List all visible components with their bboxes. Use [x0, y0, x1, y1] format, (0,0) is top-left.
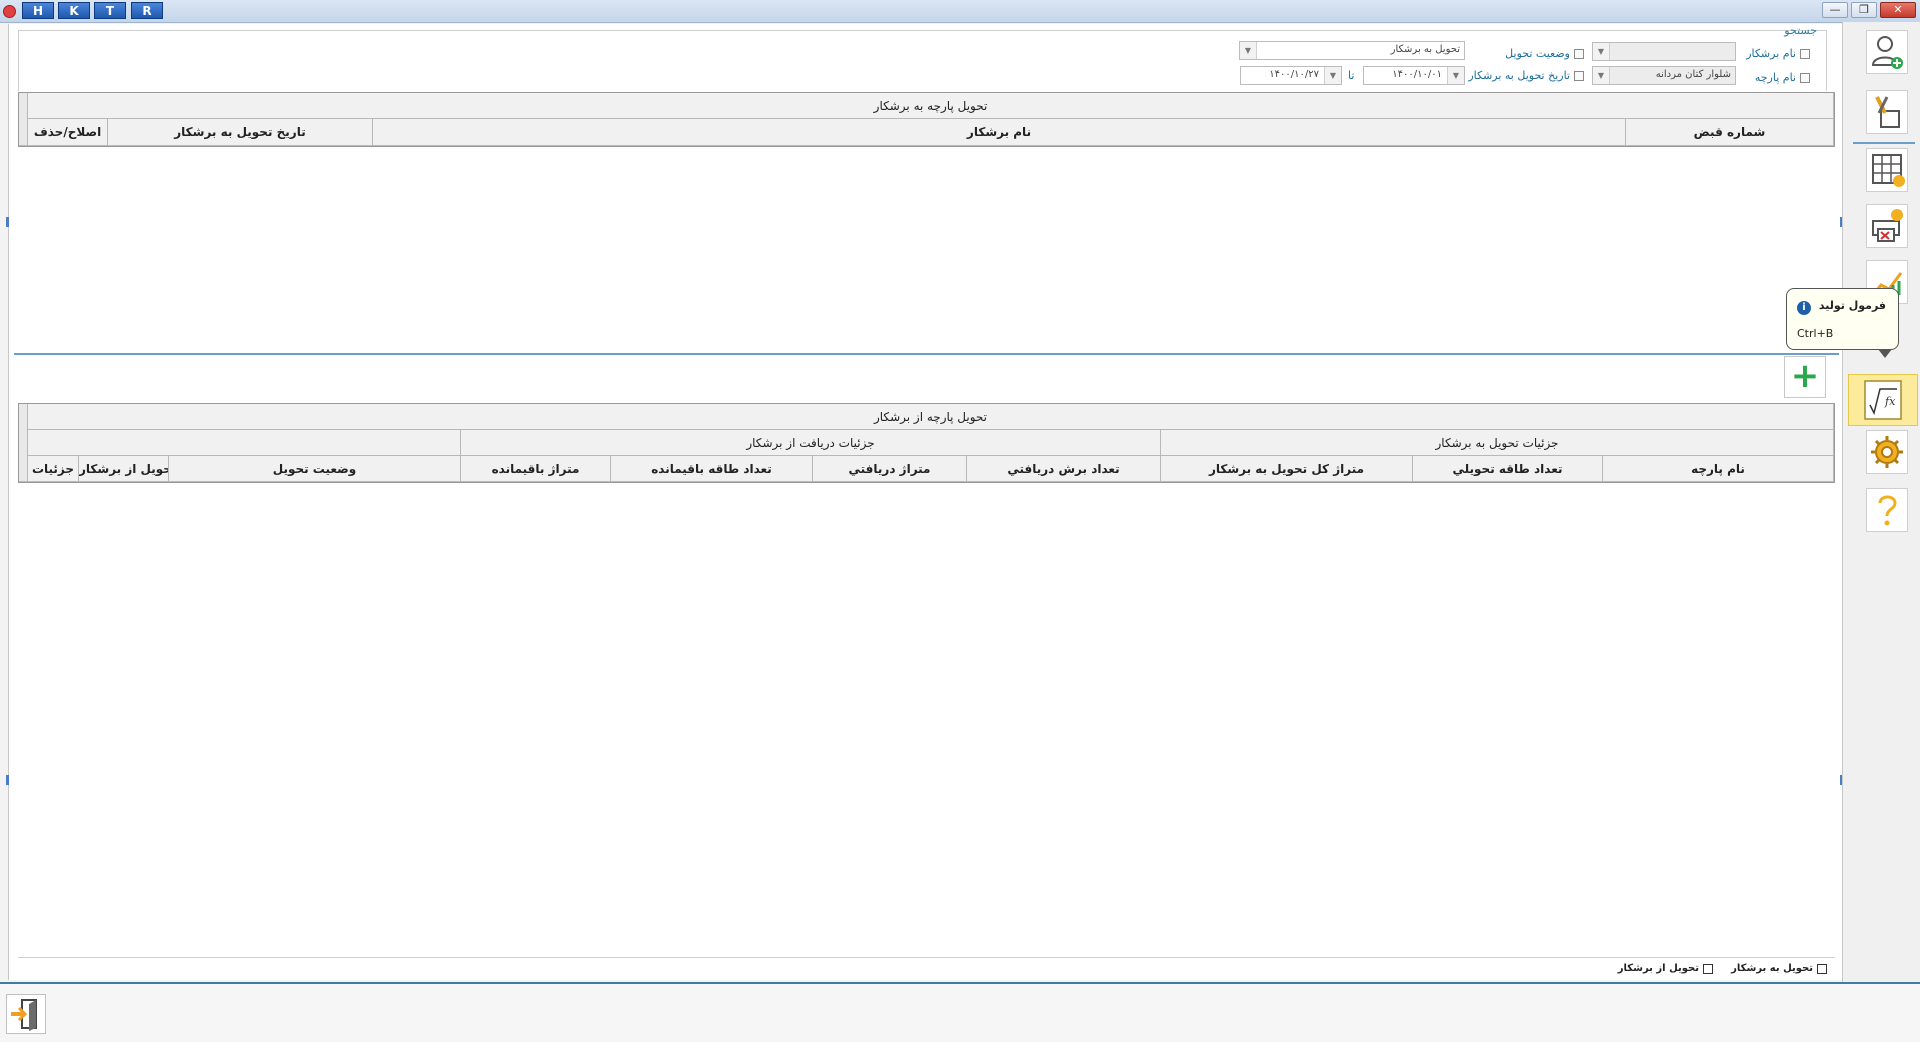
col-worker-name[interactable]: نام برشکار	[373, 119, 1626, 146]
chevron-down-icon: ▼	[1593, 67, 1610, 84]
fabric-tools-button[interactable]	[1866, 90, 1908, 134]
left-splitter-mark[interactable]	[6, 217, 9, 227]
grid-caption: تحويل پارچه به برشکار	[28, 93, 1834, 119]
delivery-type-value: تحويل به برشکار	[1390, 44, 1460, 55]
main-frame	[8, 24, 1843, 980]
legend-to-worker: تحويل به برشکار	[1731, 963, 1827, 974]
delivery-status-checkbox[interactable]	[1574, 48, 1584, 59]
chevron-down-icon: ▼	[1240, 42, 1257, 59]
close-button[interactable]: ✕	[1880, 2, 1916, 18]
date-to-value: ۱۴۰۰/۱۰/۲۷	[1269, 69, 1319, 80]
grid-caption: تحويل پارچه از برشکار	[28, 404, 1834, 430]
col-remaining-meterage[interactable]: متراژ باقيمانده	[461, 456, 611, 482]
left-splitter-mark[interactable]	[6, 775, 9, 785]
delivery-date-checkbox[interactable]	[1574, 70, 1584, 81]
delivery-date-label: تاریخ تحويل به برشکار	[1468, 69, 1570, 82]
col-details[interactable]: جزئیات	[28, 456, 79, 482]
col-delivery-status[interactable]: وضعيت تحويل	[169, 456, 461, 482]
col-received-meterage[interactable]: متراژ دريافتي	[813, 456, 967, 482]
legend-bar: تحويل به برشکار تحويل از برشکار	[18, 957, 1835, 980]
formula-icon: fx	[1864, 380, 1902, 420]
worker-name-filter[interactable]: نام برشکار	[1746, 47, 1810, 60]
help-button[interactable]	[1866, 488, 1908, 532]
group-delivery-to-worker: جزئیات تحويل به برشکار	[1161, 430, 1834, 456]
app-icon	[3, 5, 16, 18]
worker-name-label: نام برشکار	[1746, 47, 1796, 60]
restore-button[interactable]: ❐	[1851, 2, 1877, 18]
section-separator	[14, 353, 1839, 355]
price-table-button[interactable]	[1866, 148, 1908, 192]
fabric-name-label: نام پارچه	[1754, 71, 1796, 84]
search-legend: جستجو	[1784, 24, 1817, 37]
delivery-date-filter[interactable]: تاریخ تحويل به برشکار	[1468, 69, 1584, 82]
hotkey-t-button[interactable]: T	[94, 2, 126, 19]
date-from-picker[interactable]: ▼ ۱۴۰۰/۱۰/۰۱	[1363, 66, 1465, 85]
group-empty	[28, 430, 461, 456]
formula-tooltip: i فرمول تولید Ctrl+B	[1786, 288, 1899, 350]
col-edit-delete[interactable]: اصلاح/حذف	[28, 119, 108, 146]
col-fabric-name[interactable]: نام پارچه	[1603, 456, 1834, 482]
tooltip-shortcut: Ctrl+B	[1797, 327, 1834, 340]
date-to-picker[interactable]: ▼ ۱۴۰۰/۱۰/۲۷	[1240, 66, 1342, 85]
col-delivered-rolls[interactable]: تعداد طاقه تحويلي	[1413, 456, 1603, 482]
delivery-status-label: وضعيت تحويل	[1505, 47, 1570, 60]
date-to-label: تا	[1348, 69, 1355, 82]
legend-from-worker: تحويل از برشکار	[1618, 963, 1713, 974]
row-indicator-column	[19, 404, 28, 482]
row-indicator-column	[19, 93, 28, 146]
print-cost-button[interactable]	[1866, 204, 1908, 248]
svg-text:fx: fx	[1884, 395, 1896, 408]
printer-dollar-icon	[1872, 209, 1903, 242]
col-receipt-number[interactable]: شماره قبض	[1626, 119, 1834, 146]
gear-icon	[1871, 436, 1903, 468]
hotkey-k-button[interactable]: K	[58, 2, 90, 19]
right-toolbar: fx	[1842, 22, 1920, 982]
fabric-name-select[interactable]: ▼ شلوار کتان مردانه	[1592, 66, 1736, 85]
date-from-value: ۱۴۰۰/۱۰/۰۱	[1392, 69, 1442, 80]
add-button[interactable]: +	[1784, 356, 1826, 398]
delivery-to-worker-grid: تحويل پارچه به برشکار شماره قبض نام برشک…	[18, 92, 1835, 147]
chevron-down-icon: ▼	[1447, 67, 1464, 84]
col-received-cuts[interactable]: تعداد برش دريافتي	[967, 456, 1161, 482]
bottom-bar	[0, 982, 1920, 1042]
legend-from-worker-swatch	[1703, 963, 1713, 974]
delivery-from-worker-grid: تحويل پارچه از برشکار جزئیات تحويل به بر…	[18, 403, 1835, 483]
legend-to-worker-swatch	[1817, 963, 1827, 974]
worker-name-select[interactable]: ▼	[1592, 42, 1736, 61]
delivery-type-select[interactable]: ▼ تحويل به برشکار	[1239, 41, 1465, 60]
fabric-name-value: شلوار کتان مردانه	[1655, 69, 1731, 80]
minimize-button[interactable]: —	[1822, 2, 1848, 18]
worker-name-checkbox[interactable]	[1800, 48, 1810, 59]
tooltip-tail	[1878, 349, 1892, 358]
legend-to-worker-label: تحويل به برشکار	[1731, 963, 1813, 974]
col-total-meterage[interactable]: متراژ کل تحويل به برشکار	[1161, 456, 1413, 482]
fabric-name-checkbox[interactable]	[1800, 72, 1810, 83]
col-delivery-date[interactable]: تاریخ تحويل به برشکار	[108, 119, 373, 146]
chevron-down-icon: ▼	[1324, 67, 1341, 84]
delivery-status-filter[interactable]: وضعيت تحويل	[1505, 47, 1584, 60]
tools-icon	[1875, 96, 1900, 128]
production-formula-button[interactable]: fx	[1848, 374, 1918, 426]
toolbar-separator	[1853, 142, 1915, 144]
fabric-name-filter[interactable]: نام پارچه	[1755, 71, 1810, 84]
legend-from-worker-label: تحويل از برشکار	[1617, 963, 1699, 974]
settings-button[interactable]	[1866, 430, 1908, 474]
help-question-icon	[1878, 495, 1897, 526]
info-icon: i	[1797, 301, 1811, 315]
tooltip-title: فرمول تولید	[1818, 299, 1886, 312]
add-user-icon	[1871, 36, 1903, 69]
col-remaining-rolls[interactable]: تعداد طاقه باقيمانده	[611, 456, 813, 482]
hotkey-r-button[interactable]: R	[131, 2, 163, 19]
add-worker-button[interactable]	[1866, 30, 1908, 74]
group-receipt-from-worker: جزئیات دریافت از برشکار	[461, 430, 1161, 456]
title-bar: H K T R — ❐ ✕	[0, 0, 1920, 23]
table-dollar-icon	[1872, 154, 1905, 187]
exit-button[interactable]	[6, 994, 46, 1034]
chevron-down-icon: ▼	[1593, 43, 1610, 60]
col-delivery-from-worker[interactable]: تحويل از برشکار	[79, 456, 169, 482]
exit-door-icon	[11, 999, 37, 1031]
hotkey-h-button[interactable]: H	[22, 2, 54, 19]
